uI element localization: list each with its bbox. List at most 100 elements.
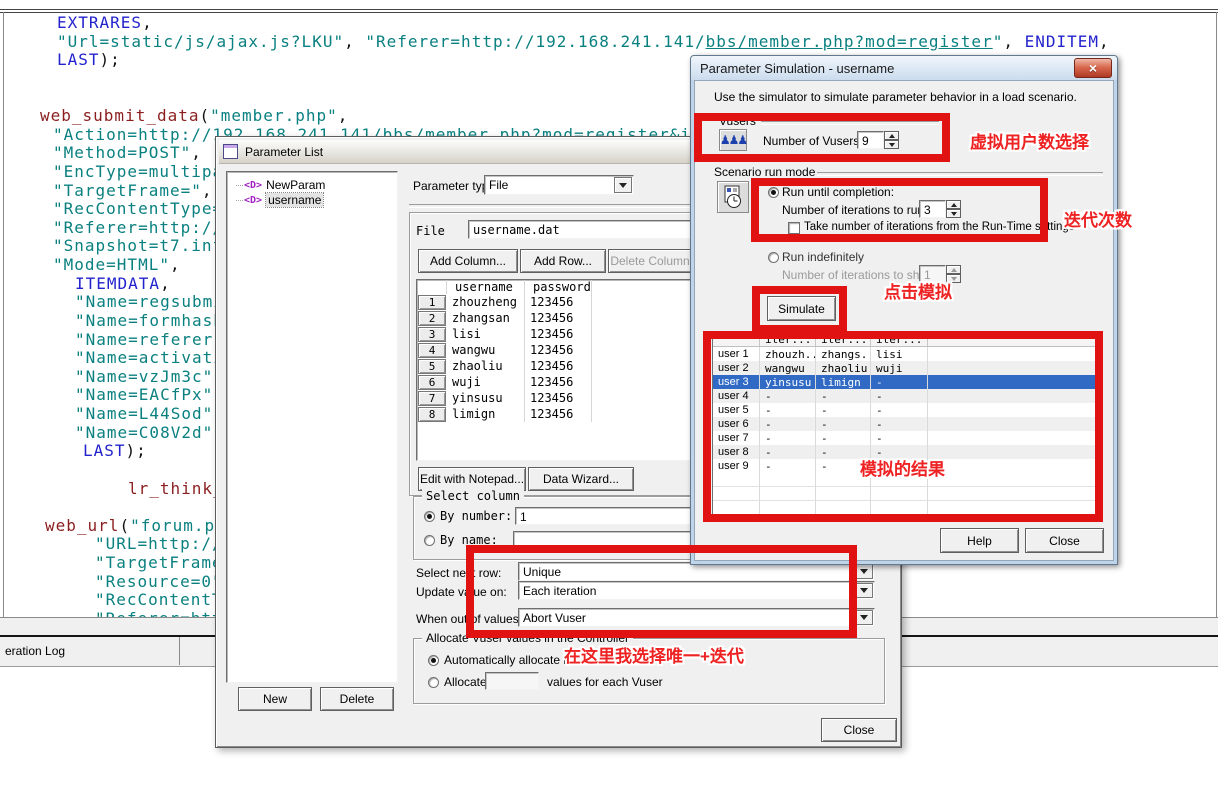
- results-cell[interactable]: user 6: [713, 417, 760, 431]
- row-number-button[interactable]: 3: [418, 327, 446, 342]
- results-cell[interactable]: -: [871, 375, 928, 389]
- results-cell[interactable]: user 4: [713, 389, 760, 403]
- simulation-titlebar[interactable]: Parameter Simulation - username: [691, 56, 1117, 80]
- results-cell[interactable]: user 5: [713, 403, 760, 417]
- table-cell[interactable]: 123456: [525, 358, 592, 374]
- tree-item-username[interactable]: ···· <D> username: [235, 193, 323, 207]
- results-cell[interactable]: wangwu: [760, 361, 816, 375]
- close-icon[interactable]: ×: [1074, 58, 1112, 78]
- table-cell[interactable]: lisi: [447, 326, 525, 342]
- table-row[interactable]: 5zhaoliu123456: [417, 358, 707, 374]
- allocate-count-field[interactable]: [485, 672, 539, 690]
- table-row[interactable]: 7yinsusu123456: [417, 390, 707, 406]
- results-row[interactable]: user 3yinsusulimign-: [713, 375, 1102, 389]
- column-header[interactable]: [417, 280, 447, 294]
- when-out-of-values-combo[interactable]: Abort Vuser: [518, 608, 875, 627]
- results-column-header[interactable]: iter...: [760, 333, 816, 347]
- row-number-button[interactable]: 8: [418, 407, 446, 422]
- chevron-down-icon[interactable]: [855, 610, 873, 625]
- table-cell[interactable]: yinsusu: [447, 390, 525, 406]
- by-number-radio[interactable]: [424, 511, 435, 522]
- by-number-field[interactable]: 1: [515, 507, 695, 525]
- results-cell[interactable]: lisi: [871, 347, 928, 361]
- table-cell[interactable]: zhaoliu: [447, 358, 525, 374]
- spin-down-icon[interactable]: [946, 209, 961, 218]
- results-cell[interactable]: zhangs...: [816, 347, 871, 361]
- row-number-button[interactable]: 4: [418, 343, 446, 358]
- help-button[interactable]: Help: [940, 528, 1019, 553]
- results-cell[interactable]: [928, 417, 1102, 431]
- results-cell[interactable]: zhaoliu: [816, 361, 871, 375]
- results-cell[interactable]: [928, 445, 1102, 459]
- results-row[interactable]: user 2wangwuzhaoliuwuji: [713, 361, 1102, 375]
- results-cell[interactable]: -: [760, 445, 816, 459]
- chevron-down-icon[interactable]: [614, 177, 632, 193]
- allocate-radio[interactable]: [428, 677, 439, 688]
- spin-up-icon[interactable]: [946, 200, 961, 209]
- table-cell[interactable]: 123456: [525, 294, 592, 310]
- results-cell[interactable]: [928, 389, 1102, 403]
- vusers-spinner[interactable]: [884, 131, 899, 149]
- simulation-close-button[interactable]: Close: [1025, 528, 1104, 553]
- results-cell[interactable]: -: [760, 431, 816, 445]
- results-cell[interactable]: -: [816, 403, 871, 417]
- parameter-type-combo[interactable]: File: [484, 175, 634, 195]
- by-name-radio[interactable]: [424, 535, 435, 546]
- tab-generation-log[interactable]: eration Log: [0, 637, 180, 665]
- results-column-header[interactable]: iter...: [816, 333, 871, 347]
- iterations-to-run-spinner[interactable]: [946, 200, 961, 218]
- results-cell[interactable]: wuji: [871, 361, 928, 375]
- tree-item-newparam[interactable]: ···· <D> NewParam: [235, 178, 325, 192]
- results-row[interactable]: user 7---: [713, 431, 1102, 445]
- table-cell[interactable]: 123456: [525, 406, 592, 422]
- table-row[interactable]: 8limign123456: [417, 406, 707, 422]
- auto-allocate-radio[interactable]: [428, 655, 439, 666]
- results-cell[interactable]: user 8: [713, 445, 760, 459]
- column-header[interactable]: username: [447, 280, 525, 294]
- results-row[interactable]: user 4---: [713, 389, 1102, 403]
- results-cell[interactable]: user 2: [713, 361, 760, 375]
- results-cell[interactable]: -: [816, 417, 871, 431]
- run-indefinitely-radio[interactable]: [768, 252, 779, 263]
- results-cell[interactable]: [928, 347, 1102, 361]
- results-cell[interactable]: user 9: [713, 459, 760, 473]
- table-row[interactable]: 6wuji123456: [417, 374, 707, 390]
- results-cell[interactable]: -: [816, 389, 871, 403]
- results-cell[interactable]: [928, 361, 1102, 375]
- spin-up-icon[interactable]: [884, 131, 899, 140]
- row-number-button[interactable]: 5: [418, 359, 446, 374]
- take-iterations-checkbox[interactable]: [788, 222, 800, 234]
- row-number-button[interactable]: 1: [418, 295, 446, 310]
- table-cell[interactable]: wangwu: [447, 342, 525, 358]
- results-column-header[interactable]: iter...: [871, 333, 928, 347]
- simulation-results-table[interactable]: iter...iter...iter...user 1zhouzh...zhan…: [712, 332, 1103, 519]
- table-cell[interactable]: 123456: [525, 390, 592, 406]
- new-button[interactable]: New: [238, 687, 312, 711]
- row-number-button[interactable]: 7: [418, 391, 446, 406]
- update-value-on-combo[interactable]: Each iteration: [518, 581, 875, 600]
- results-cell[interactable]: yinsusu: [760, 375, 816, 389]
- results-cell[interactable]: user 7: [713, 431, 760, 445]
- chevron-down-icon[interactable]: [855, 583, 873, 598]
- results-cell[interactable]: user 1: [713, 347, 760, 361]
- table-cell[interactable]: 123456: [525, 310, 592, 326]
- column-header[interactable]: password: [525, 280, 592, 294]
- results-cell[interactable]: [928, 375, 1102, 389]
- delete-button[interactable]: Delete: [320, 687, 394, 711]
- table-cell[interactable]: wuji: [447, 374, 525, 390]
- table-row[interactable]: 2zhangsan123456: [417, 310, 707, 326]
- results-column-header[interactable]: [928, 333, 1102, 347]
- results-cell[interactable]: zhouzh...: [760, 347, 816, 361]
- simulate-button[interactable]: Simulate: [767, 296, 836, 321]
- results-cell[interactable]: [928, 431, 1102, 445]
- table-row[interactable]: 1zhouzheng123456: [417, 294, 707, 310]
- table-cell[interactable]: 123456: [525, 374, 592, 390]
- results-cell[interactable]: limign: [816, 375, 871, 389]
- table-cell[interactable]: limign: [447, 406, 525, 422]
- iterations-to-run-field[interactable]: 3: [919, 200, 946, 218]
- results-row[interactable]: user 1zhouzh...zhangs...lisi: [713, 347, 1102, 361]
- results-cell[interactable]: -: [871, 417, 928, 431]
- results-cell[interactable]: -: [760, 389, 816, 403]
- data-wizard-button[interactable]: Data Wizard...: [528, 467, 634, 491]
- param-list-close-button[interactable]: Close: [821, 718, 897, 742]
